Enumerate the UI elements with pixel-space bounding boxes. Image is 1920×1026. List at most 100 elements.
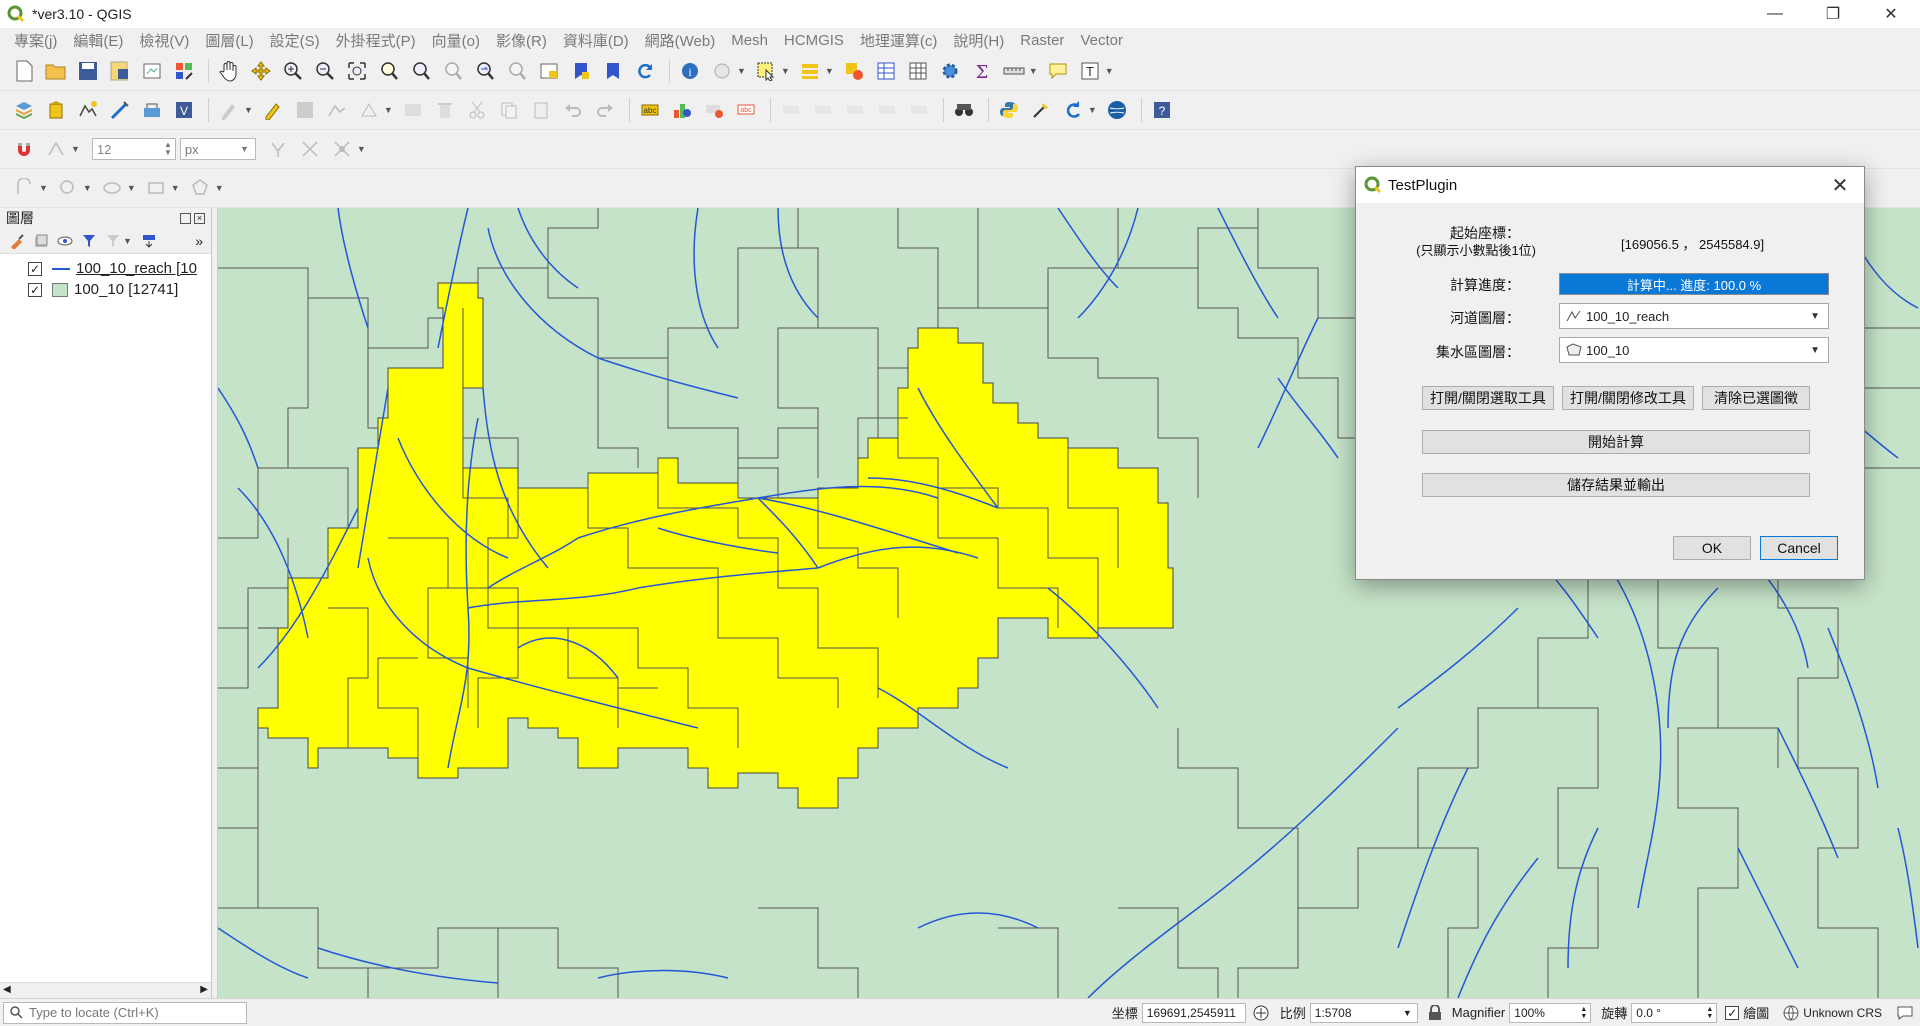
chevron-down-icon[interactable]: ▼ [71,144,80,154]
restore-button[interactable]: ❐ [1804,0,1862,28]
delete-selected-icon[interactable] [431,96,459,124]
data-source-manager-icon[interactable] [10,96,38,124]
text-annotation-icon[interactable]: T [1076,57,1104,85]
more-tools-label[interactable]: » [195,233,203,249]
layer-item-100-10-reach[interactable]: ✓ 100_10_reach [10 [0,258,211,279]
toggle-edit-tool-button[interactable]: 打開/關閉修改工具 [1562,386,1694,410]
virtual-layer-icon[interactable] [138,96,166,124]
locator-search-field[interactable]: Type to locate (Ctrl+K) [3,1001,247,1024]
zoom-out-icon[interactable] [311,57,339,85]
select-by-value-icon[interactable] [796,57,824,85]
horizontal-scrollbar[interactable]: ◀ ▶ [0,982,211,998]
test-plugin-icon[interactable] [950,96,978,124]
refresh-icon[interactable] [631,57,659,85]
save-and-export-button[interactable]: 儲存結果並輸出 [1422,473,1810,497]
current-edits-icon[interactable] [215,96,243,124]
label-tool-icon[interactable]: abc [636,96,664,124]
globe-icon[interactable] [1103,96,1131,124]
chevron-down-icon[interactable]: ▼ [1088,105,1097,115]
cut-features-icon[interactable] [463,96,491,124]
redo-icon[interactable] [591,96,619,124]
menu-item[interactable]: 圖層(L) [197,30,261,51]
dev-tools-icon[interactable] [1027,96,1055,124]
lock-scale-icon[interactable] [1428,1004,1442,1021]
crs-button[interactable]: Unknown CRS [1803,1006,1882,1020]
snapping-intersection-icon[interactable] [296,135,324,163]
add-rectangle-icon[interactable] [142,174,170,202]
clear-selection-button[interactable]: 清除已選圖徵 [1702,386,1810,410]
topological-editing-icon[interactable] [264,135,292,163]
deselect-all-icon[interactable] [840,57,868,85]
start-calculation-button[interactable]: 開始計算 [1422,430,1810,454]
toggle-extents-icon[interactable] [1252,1004,1270,1022]
add-circular-string-icon[interactable] [10,174,38,202]
identify-features-icon[interactable]: i [676,57,704,85]
move-label-icon[interactable] [777,96,805,124]
rotate-label-icon[interactable] [809,96,837,124]
new-geopackage-layer-icon[interactable] [42,96,70,124]
zoom-next-icon[interactable] [503,57,531,85]
layer-item-100-10[interactable]: ✓ 100_10 [12741] [0,279,211,300]
menu-item[interactable]: 地理運算(c) [852,30,946,51]
vector-layer-icon[interactable]: V [170,96,198,124]
reach-layer-combobox[interactable]: 100_10_reach ▼ [1559,303,1829,329]
add-group-icon[interactable] [30,230,52,252]
undo-icon[interactable] [559,96,587,124]
attribute-table-icon[interactable] [872,57,900,85]
chevron-down-icon[interactable]: ▼ [357,144,366,154]
scroll-left-icon[interactable]: ◀ [3,984,11,995]
catchment-layer-combobox[interactable]: 100_10 ▼ [1559,337,1829,363]
open-project-icon[interactable] [42,57,70,85]
pin-labels-icon[interactable] [700,96,728,124]
menu-item[interactable]: 網路(Web) [637,30,724,51]
close-window-button[interactable]: ✕ [1862,0,1920,28]
add-circle-icon[interactable] [54,174,82,202]
save-as-icon[interactable] [106,57,134,85]
layer-visibility-checkbox[interactable]: ✓ [28,282,42,297]
chevron-down-icon[interactable]: ▼ [171,183,180,193]
chevron-down-icon[interactable]: ▼ [127,183,136,193]
chevron-down-icon[interactable]: ▼ [384,105,393,115]
layer-diagram-icon[interactable] [668,96,696,124]
unpin-label-icon[interactable] [905,96,933,124]
menu-item[interactable]: 檢視(V) [131,30,197,51]
chevron-down-icon[interactable]: ▼ [737,66,746,76]
snapping-tolerance-input[interactable]: 12 ▲ ▼ [91,138,176,160]
coordinate-field[interactable]: 169691,2545911 [1141,1002,1246,1023]
layer-visibility-checkbox[interactable]: ✓ [28,261,42,276]
label-properties-icon[interactable] [873,96,901,124]
manage-visibility-icon[interactable] [54,230,76,252]
print-layout-icon[interactable] [138,57,166,85]
zoom-to-selection-icon[interactable] [375,57,403,85]
processing-toolbox-icon[interactable] [936,57,964,85]
menu-item[interactable]: HCMGIS [776,32,852,49]
snapping-unit-select[interactable]: px ▼ [179,138,256,160]
digitize-line-icon[interactable] [106,96,134,124]
vertex-tool-icon[interactable] [355,96,383,124]
select-features-icon[interactable] [752,57,780,85]
expand-all-icon[interactable] [138,230,160,252]
toggle-editing-icon[interactable] [259,96,287,124]
filter-by-expression-icon[interactable] [102,230,124,252]
zoom-to-layer-icon[interactable] [407,57,435,85]
cancel-button[interactable]: Cancel [1760,536,1838,560]
copy-features-icon[interactable] [495,96,523,124]
measure-icon[interactable] [1000,57,1028,85]
snapping-type-icon[interactable] [42,135,70,163]
chevron-down-icon[interactable]: ▼ [1029,66,1038,76]
plugin-reloader-icon[interactable] [1059,96,1087,124]
minimize-button[interactable]: — [1746,0,1804,28]
chevron-down-icon[interactable]: ▼ [244,105,253,115]
chevron-down-icon[interactable]: ▼ [825,66,834,76]
menu-item[interactable]: Raster [1012,32,1072,49]
render-checkbox[interactable]: ✓ [1725,1005,1740,1020]
menu-item[interactable]: 說明(H) [945,30,1012,51]
save-edits-icon[interactable] [291,96,319,124]
menu-item[interactable]: 編輯(E) [65,30,131,51]
statistical-summary-icon[interactable]: Σ [968,57,996,85]
self-snapping-icon[interactable] [328,135,356,163]
ok-button[interactable]: OK [1673,536,1751,560]
float-panel-icon[interactable] [180,212,191,224]
dialog-close-button[interactable]: ✕ [1826,171,1854,199]
menu-item[interactable]: 影像(R) [488,30,555,51]
